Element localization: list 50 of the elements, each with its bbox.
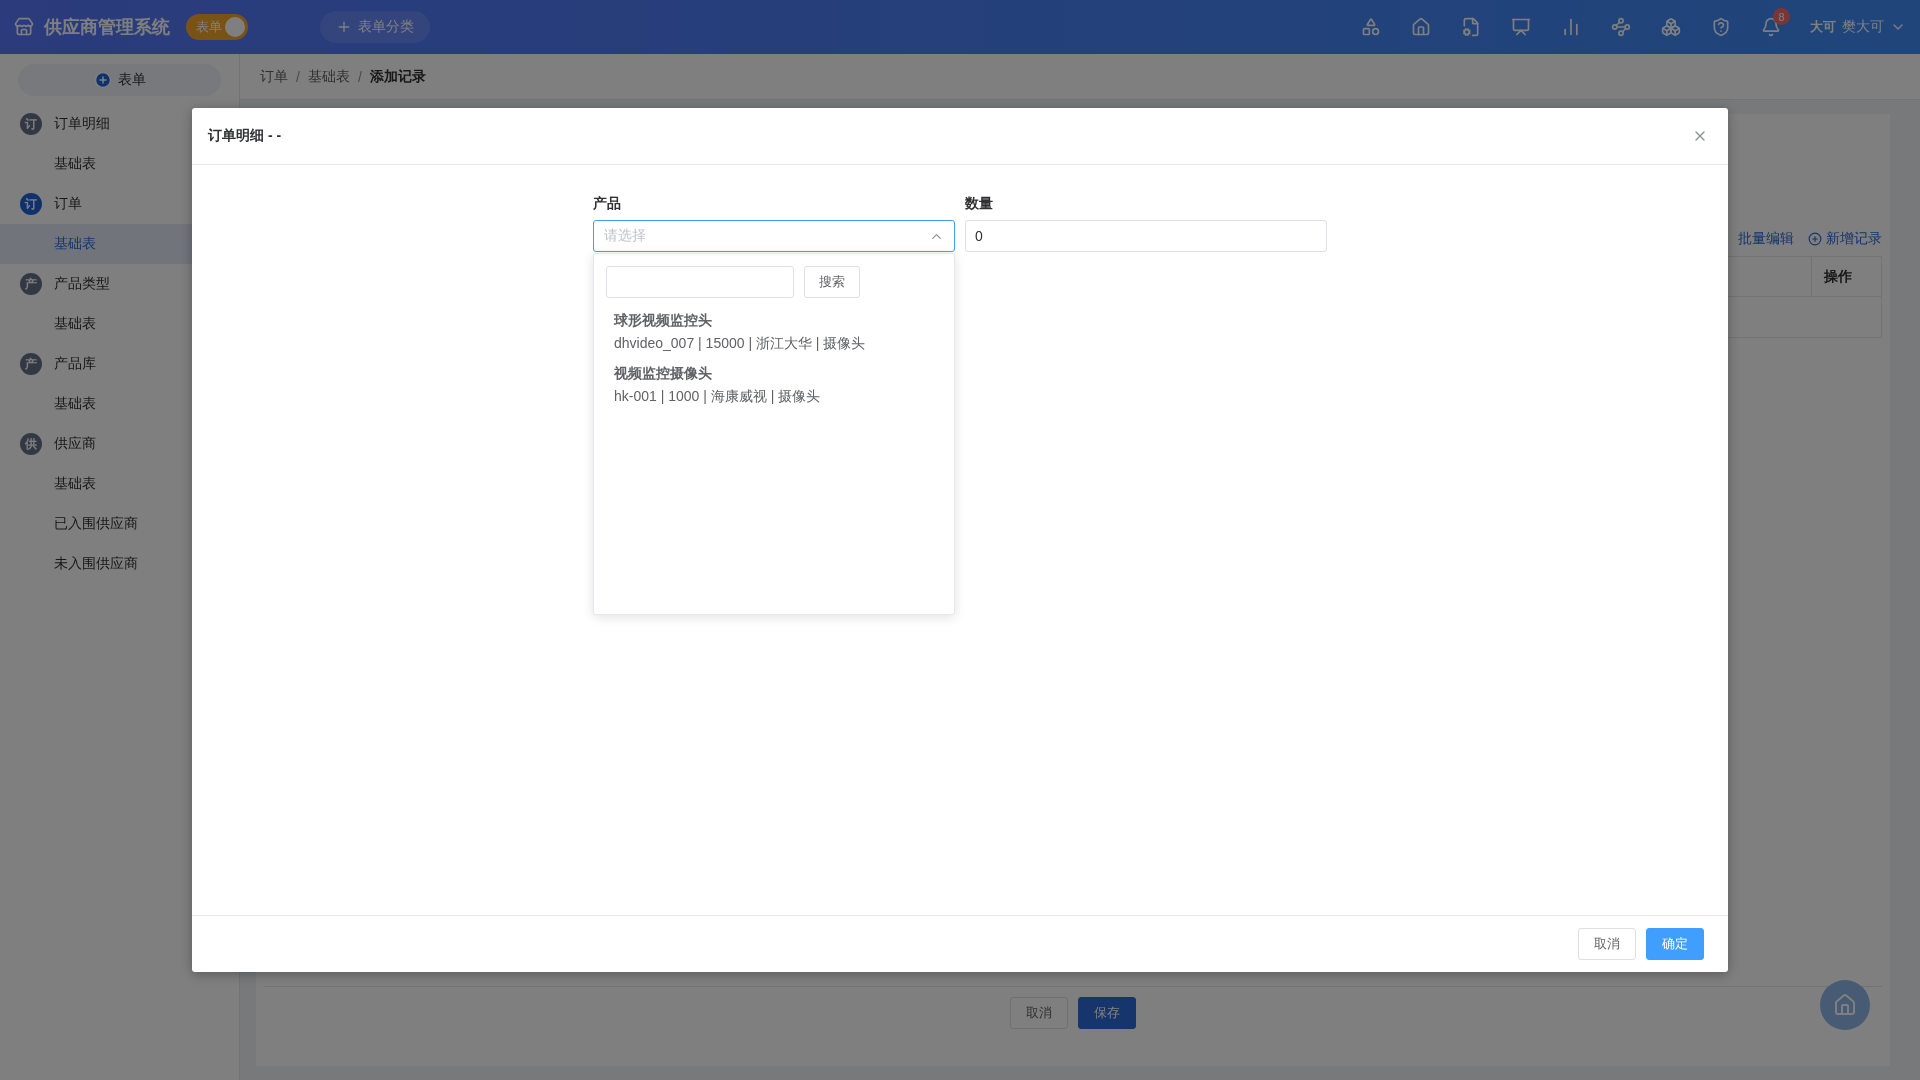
dialog-title: 订单明细 - - bbox=[208, 127, 282, 145]
cancel-button[interactable]: 取消 bbox=[1578, 928, 1636, 960]
quantity-field[interactable]: 0 bbox=[965, 220, 1327, 252]
boxes-icon[interactable] bbox=[1661, 17, 1681, 37]
breadcrumb-item[interactable]: 订单 bbox=[260, 67, 288, 86]
confirm-button[interactable]: 确定 bbox=[1646, 928, 1704, 960]
action-link[interactable]: 新增记录 bbox=[1808, 230, 1882, 248]
group-badge: 产 bbox=[20, 353, 42, 375]
search-button[interactable]: 搜索 bbox=[804, 266, 860, 298]
sidebar-group[interactable]: 订单 bbox=[54, 195, 82, 213]
field-label: 数量 bbox=[965, 195, 994, 213]
breadcrumb-separator: / bbox=[296, 68, 300, 85]
save-button[interactable]: 保存 bbox=[1078, 997, 1136, 1029]
bell-icon[interactable] bbox=[1761, 17, 1781, 37]
search-field[interactable] bbox=[606, 266, 794, 298]
file-gear-icon[interactable] bbox=[1461, 17, 1481, 37]
home-icon[interactable] bbox=[1411, 17, 1431, 37]
group-badge: 订 bbox=[20, 193, 42, 215]
shield-icon[interactable] bbox=[1711, 17, 1731, 37]
breadcrumb-item[interactable]: 基础表 bbox=[307, 67, 350, 86]
breadcrumb-separator: / bbox=[357, 68, 362, 85]
option-detail: hk-001 | 1000 | 海康威视 | 摄像头 bbox=[614, 388, 822, 406]
group-badge: 供 bbox=[20, 433, 42, 455]
sidebar-group[interactable]: 订单明细 bbox=[54, 115, 110, 133]
cancel-button[interactable]: 取消 bbox=[1010, 997, 1068, 1029]
action-link[interactable]: 批量编辑 bbox=[1738, 230, 1794, 248]
sidebar-group[interactable]: 供应商 bbox=[54, 435, 96, 453]
option-title[interactable]: 视频监控摄像头 bbox=[614, 365, 934, 383]
sidebar-group[interactable]: 产品类型 bbox=[54, 275, 110, 293]
app-title: 供应商管理系统 bbox=[44, 16, 170, 39]
breadcrumb-item[interactable]: 添加记录 bbox=[369, 67, 426, 86]
store-icon bbox=[14, 17, 34, 37]
shapes-icon[interactable] bbox=[1361, 17, 1381, 37]
plus-icon bbox=[336, 19, 352, 35]
flow-icon[interactable] bbox=[1611, 17, 1631, 37]
bar-chart-icon[interactable] bbox=[1561, 17, 1581, 37]
field-label: 产品 bbox=[593, 195, 622, 213]
column-header: 操作 bbox=[1811, 257, 1881, 296]
user-name[interactable]: 樊大可 bbox=[1842, 18, 1884, 36]
plus-circle-icon bbox=[93, 71, 112, 89]
group-badge: 产 bbox=[20, 273, 42, 295]
option-title[interactable]: 球形视频监控头 bbox=[614, 312, 934, 330]
option-detail: dhvideo_007 | 15000 | 浙江大华 | 摄像头 bbox=[614, 335, 867, 353]
group-badge: 订 bbox=[20, 113, 42, 135]
user-avatar[interactable]: 大可 bbox=[1808, 12, 1838, 42]
plus-circle-icon bbox=[1808, 232, 1822, 246]
sidebar-group[interactable]: 产品库 bbox=[54, 355, 96, 373]
new-form-button[interactable]: 表单 bbox=[18, 64, 221, 96]
home-icon bbox=[1833, 993, 1857, 1017]
notification-badge: 8 bbox=[1773, 8, 1790, 25]
